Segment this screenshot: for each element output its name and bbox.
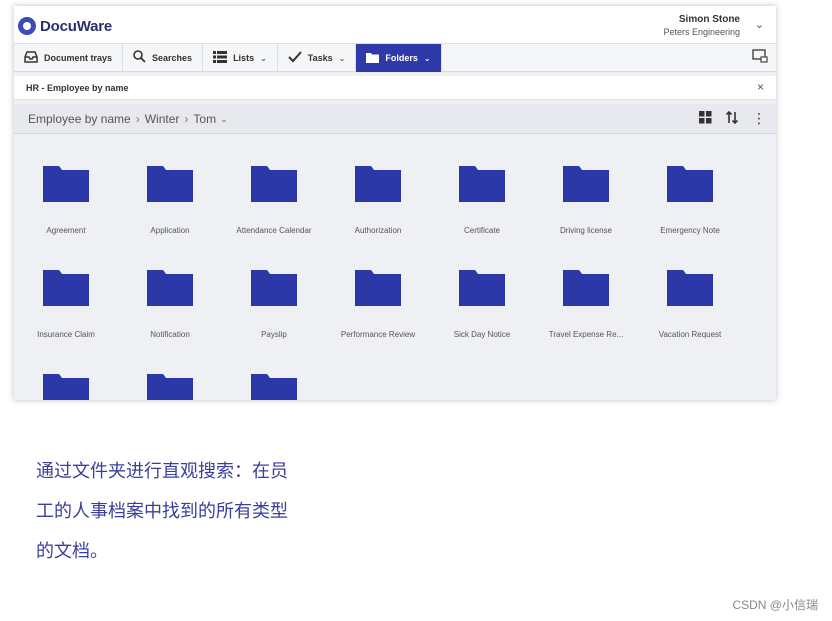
list-icon xyxy=(213,50,228,66)
folder-icon xyxy=(43,374,89,400)
folder-item[interactable] xyxy=(14,344,118,400)
user-organization: Peters Engineering xyxy=(663,27,740,37)
caption-line: 工的人事档案中找到的所有类型 xyxy=(36,501,288,522)
folder-icon xyxy=(43,166,89,202)
folder-icon xyxy=(667,166,713,202)
folder-icon xyxy=(563,270,609,306)
toolbar-searches-label: Searches xyxy=(152,53,193,63)
folder-item[interactable]: Application xyxy=(118,136,222,236)
app-name: DocuWare xyxy=(40,17,113,35)
folder-label: Attendance Calendar xyxy=(236,226,312,235)
breadcrumb-bar: Employee by name › Winter › Tom ⌄ ⋮ xyxy=(14,104,776,134)
folder-label: Agreement xyxy=(46,226,86,235)
folder-label: Emergency Note xyxy=(660,226,720,235)
folder-item[interactable]: Attendance Calendar xyxy=(222,136,326,236)
folder-item[interactable]: Driving license xyxy=(534,136,638,236)
folder-icon xyxy=(43,270,89,306)
toolbar-lists[interactable]: Lists ⌄ xyxy=(203,44,278,72)
folder-icon xyxy=(355,166,401,202)
folder-icon xyxy=(563,166,609,202)
folder-item[interactable] xyxy=(118,344,222,400)
breadcrumb-separator-icon: › xyxy=(135,112,140,126)
toolbar-document-trays-label: Document trays xyxy=(44,53,113,63)
watermark: CSDN @小信瑞 xyxy=(732,598,818,612)
folder-label: Vacation Request xyxy=(658,330,722,339)
caption-line: 的文档。 xyxy=(36,541,108,562)
folder-item[interactable]: Insurance Claim xyxy=(14,240,118,340)
search-icon xyxy=(133,50,146,66)
folder-label: Performance Review xyxy=(340,330,416,339)
folder-item[interactable]: Payslip xyxy=(222,240,326,340)
view-controls: ⋮ xyxy=(699,110,766,127)
breadcrumb: Employee by name › Winter › Tom ⌄ xyxy=(28,112,228,126)
breadcrumb-item[interactable]: Employee by name xyxy=(28,112,131,126)
toolbar-tasks-label: Tasks xyxy=(307,53,333,63)
toolbar-lists-label: Lists xyxy=(233,53,255,63)
folder-item[interactable]: Notification xyxy=(118,240,222,340)
folder-label: Application xyxy=(150,226,190,235)
folder-label: Travel Expense Re... xyxy=(548,330,624,339)
toolbar-searches[interactable]: Searches xyxy=(123,44,204,72)
chevron-down-icon[interactable]: ⌄ xyxy=(755,18,764,31)
folder-grid: Agreement Application Attendance Calendar A… xyxy=(14,136,776,400)
folder-icon xyxy=(459,270,505,306)
main-toolbar: Document trays Searches Lists ⌄ Tasks ⌄ … xyxy=(14,44,776,72)
close-icon[interactable]: × xyxy=(757,80,764,94)
folder-item[interactable]: Emergency Note xyxy=(638,136,742,236)
result-tab-strip: HR - Employee by name × xyxy=(14,76,776,100)
folders-dropdown-caret-icon[interactable]: ⌄ xyxy=(424,54,431,63)
folder-icon xyxy=(366,51,380,66)
lists-dropdown-caret-icon[interactable]: ⌄ xyxy=(260,54,267,63)
folder-icon xyxy=(667,270,713,306)
tasks-dropdown-caret-icon[interactable]: ⌄ xyxy=(339,54,346,63)
folder-label: Sick Day Notice xyxy=(453,330,511,339)
folder-item[interactable]: Performance Review xyxy=(326,240,430,340)
caption-line: 通过文件夹进行直观搜索：在员 xyxy=(36,461,288,482)
toolbar-document-trays[interactable]: Document trays xyxy=(14,44,124,72)
check-icon xyxy=(288,50,302,66)
folder-item[interactable]: Certificate xyxy=(430,136,534,236)
folder-label: Notification xyxy=(150,330,190,339)
folder-item[interactable]: Authorization xyxy=(326,136,430,236)
sort-icon[interactable] xyxy=(725,110,739,127)
folder-icon xyxy=(251,270,297,306)
folder-icon xyxy=(459,166,505,202)
breadcrumb-item[interactable]: Tom xyxy=(193,112,216,126)
docuware-logo-icon xyxy=(18,17,36,35)
folder-label: Insurance Claim xyxy=(37,330,95,339)
folder-icon xyxy=(147,166,193,202)
folder-label: Driving license xyxy=(559,226,613,235)
folder-icon xyxy=(355,270,401,306)
chevron-down-icon[interactable]: ⌄ xyxy=(220,114,228,125)
grid-view-icon[interactable] xyxy=(699,110,712,127)
user-name: Simon Stone xyxy=(678,14,740,25)
page: DocuWare Simon Stone Peters Engineering … xyxy=(0,0,832,621)
folder-item[interactable]: Sick Day Notice xyxy=(430,240,534,340)
folder-item[interactable] xyxy=(222,344,326,400)
folder-label: Certificate xyxy=(463,226,500,235)
folder-label: Payslip xyxy=(261,330,287,339)
folder-icon xyxy=(251,166,297,202)
tray-icon xyxy=(24,50,38,66)
toolbar-tasks[interactable]: Tasks ⌄ xyxy=(278,44,357,72)
toolbar-folders[interactable]: Folders ⌄ xyxy=(356,44,442,72)
result-tab-title[interactable]: HR - Employee by name xyxy=(26,83,129,93)
docuware-window: DocuWare Simon Stone Peters Engineering … xyxy=(14,6,776,400)
toolbar-folders-label: Folders xyxy=(385,53,418,63)
monitor-icon[interactable] xyxy=(752,49,768,66)
folder-icon xyxy=(251,374,297,400)
folder-item[interactable]: Agreement xyxy=(14,136,118,236)
app-header: DocuWare Simon Stone Peters Engineering … xyxy=(14,6,776,44)
folder-item[interactable]: Vacation Request xyxy=(638,240,742,340)
folder-icon xyxy=(147,374,193,400)
user-menu[interactable]: Simon Stone Peters Engineering xyxy=(663,14,740,37)
more-options-icon[interactable]: ⋮ xyxy=(752,110,766,127)
breadcrumb-separator-icon: › xyxy=(184,112,189,126)
folder-item[interactable]: Travel Expense Re... xyxy=(534,240,638,340)
caption-text: 通过文件夹进行直观搜索：在员 工的人事档案中找到的所有类型 的文档。 xyxy=(36,452,356,572)
docuware-logo[interactable]: DocuWare xyxy=(18,16,112,36)
breadcrumb-item[interactable]: Winter xyxy=(145,112,180,126)
folder-icon xyxy=(147,270,193,306)
folder-label: Authorization xyxy=(354,226,402,235)
